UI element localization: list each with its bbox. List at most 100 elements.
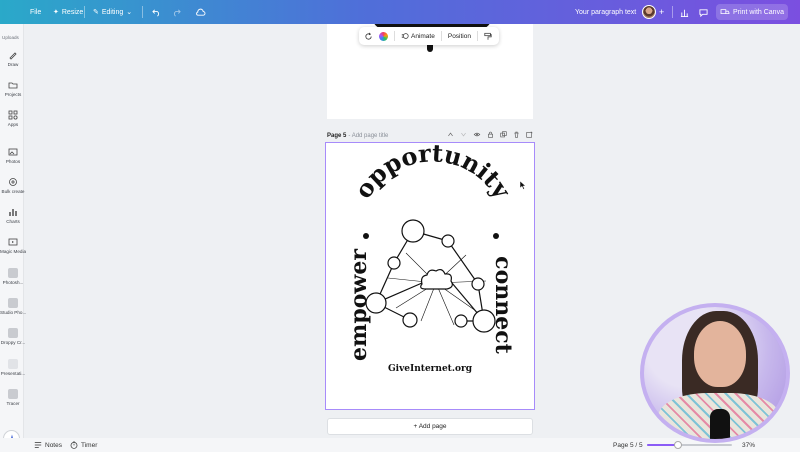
position-button[interactable]: Position	[448, 33, 471, 40]
element-toolbar: Animate Position	[359, 27, 499, 45]
timer-button[interactable]: Timer	[70, 438, 97, 452]
sidebar-item-label: Droppy Cr...	[0, 340, 26, 345]
page-indicator[interactable]: Page 5 / 5	[613, 438, 643, 452]
page-title: Page 5	[327, 133, 347, 139]
print-label: Print with Canva	[733, 8, 784, 16]
presenter-face	[694, 321, 746, 387]
timer-label: Timer	[81, 441, 98, 449]
app-thumbnail	[8, 359, 18, 369]
duplicate-icon[interactable]	[500, 131, 507, 138]
chevron-down-icon: ⌄	[126, 9, 133, 16]
apps-icon	[8, 110, 18, 120]
sidebar-item-label: Presentati...	[0, 371, 26, 376]
add-page-title-field[interactable]: - Add page title	[348, 133, 388, 139]
divider	[440, 31, 442, 41]
sidebar-item-photoshop-app[interactable]: Photosh...	[0, 268, 26, 285]
timer-icon	[70, 441, 78, 449]
redo-icon	[173, 8, 181, 16]
bottom-bar: Notes Timer Page 5 / 5 37%	[0, 438, 800, 452]
document-title-text: Your paragraph text	[575, 8, 637, 16]
sidebar-item-label: Photos	[5, 159, 21, 164]
sidebar-item-label: Projects	[4, 92, 22, 97]
bullet-dot	[493, 233, 499, 239]
sidebar-item-tracer-app[interactable]: Tracer	[0, 389, 26, 406]
file-menu[interactable]: File	[30, 0, 41, 24]
plus-icon: +	[659, 7, 665, 17]
divider	[394, 31, 395, 41]
paint-roller-icon[interactable]	[484, 32, 492, 41]
folder-icon	[8, 82, 18, 89]
arc-text-top-path: opportunity	[348, 138, 517, 204]
color-picker-icon[interactable]	[379, 31, 388, 41]
divider	[142, 6, 143, 18]
trash-icon[interactable]	[513, 131, 520, 138]
notes-icon	[34, 442, 42, 448]
zoom-level[interactable]: 37%	[742, 438, 755, 452]
file-menu-label: File	[30, 8, 42, 16]
cloud-icon	[196, 8, 206, 16]
top-toolbar: File ✦ Resize ✎ Editing ⌄ Your paragraph…	[0, 0, 800, 24]
sidebar-item-charts[interactable]: Charts	[0, 207, 26, 224]
insights-button[interactable]	[680, 0, 689, 24]
add-page-button[interactable]: + Add page	[327, 418, 533, 435]
sidebar-item-magic-media[interactable]: Magic Media	[0, 237, 26, 254]
footer-url: GiveInternet.org	[388, 364, 473, 374]
comment-icon	[699, 8, 708, 17]
sidebar-item-studio-photo-app[interactable]: Studio Pho...	[0, 298, 26, 315]
side-panel: Uploads Draw Projects Apps Photos Bulk c…	[0, 24, 26, 452]
sidebar-item-photos[interactable]: Photos	[0, 147, 26, 164]
network-illustration	[365, 219, 496, 333]
sidebar-item-apps[interactable]: Apps	[0, 110, 26, 127]
uploads-label[interactable]: Uploads	[2, 35, 19, 40]
sidebar-item-presentation-app[interactable]: Presentati...	[0, 359, 26, 376]
sidebar-item-projects[interactable]: Projects	[0, 80, 26, 97]
comments-button[interactable]	[699, 0, 708, 24]
arc-text-top: opportunity	[348, 143, 517, 204]
app-thumbnail	[8, 389, 18, 399]
magic-media-icon	[8, 238, 18, 246]
sidebar-item-label: Studio Pho...	[0, 310, 26, 315]
app-thumbnail	[8, 298, 18, 308]
lock-icon[interactable]	[487, 131, 494, 138]
app-thumbnail	[8, 268, 18, 278]
avatar	[642, 5, 656, 19]
sidebar-item-draw[interactable]: Draw	[0, 50, 26, 67]
divider	[84, 6, 85, 18]
zoom-slider[interactable]	[647, 441, 732, 449]
pencil-icon: ✎	[93, 9, 99, 16]
page-5-canvas[interactable]: opportunity empower connect GiveInternet…	[325, 138, 535, 410]
sidebar-item-bulk-create[interactable]: Bulk create	[0, 177, 26, 194]
editing-dropdown[interactable]: ✎ Editing ⌄	[93, 0, 132, 24]
undo-button[interactable]	[152, 0, 161, 24]
redo-button[interactable]	[172, 0, 181, 24]
sidebar-item-label: Tracer	[6, 401, 20, 406]
sidebar-item-label: Photosh...	[2, 280, 24, 285]
page-header: Page 5 - Add page title	[327, 131, 533, 141]
design-artwork: opportunity empower connect GiveInternet…	[346, 138, 517, 374]
refresh-icon[interactable]	[364, 32, 373, 41]
print-button[interactable]: Print with Canva	[716, 4, 788, 20]
notes-button[interactable]: Notes	[34, 438, 62, 452]
page-actions	[447, 131, 533, 138]
truck-icon	[720, 9, 730, 14]
zoom-level-text: 37%	[742, 441, 756, 449]
resize-label: Resize	[61, 8, 84, 16]
cloud-save-button[interactable]	[195, 0, 206, 24]
chevron-up-icon[interactable]	[447, 131, 454, 138]
sidebar-item-droppy-app[interactable]: Droppy Cr...	[0, 328, 26, 345]
zoom-slider-handle[interactable]	[674, 441, 683, 449]
sidebar-item-label: Bulk create	[1, 189, 25, 194]
sidebar-item-label: Charts	[6, 219, 20, 224]
photos-icon	[8, 148, 18, 156]
webcam-overlay	[640, 303, 790, 443]
animate-icon	[401, 33, 409, 39]
editing-label: Editing	[101, 8, 124, 16]
chevron-down-icon[interactable]	[460, 131, 467, 138]
document-title[interactable]: Your paragraph text	[575, 0, 636, 24]
animate-label: Animate	[411, 32, 435, 40]
resize-button[interactable]: ✦ Resize	[53, 0, 83, 24]
animate-button[interactable]: Animate	[401, 32, 435, 40]
eye-icon[interactable]	[473, 131, 481, 138]
add-page-icon[interactable]	[526, 131, 533, 138]
collaborator-avatar[interactable]: +	[642, 0, 664, 24]
